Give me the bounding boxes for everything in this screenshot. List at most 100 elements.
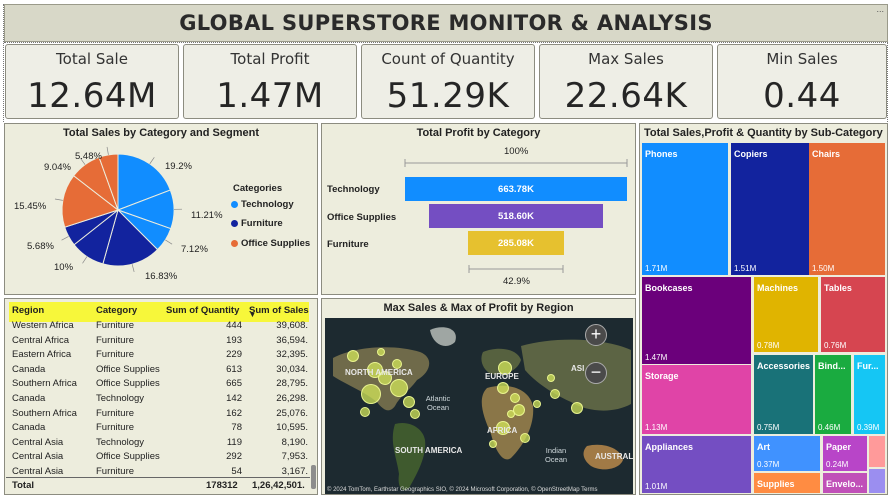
treemap-tile[interactable]: Storage 1.13M [642,365,751,434]
table-total-row: Total 178312 1,26,42,501. [6,477,310,493]
treemap-tile[interactable]: Bookcases 1.47M [642,277,751,364]
map-bubble[interactable] [547,374,555,382]
table-row[interactable]: Canada Office Supplies 613 30,034. [12,364,308,378]
treemap-tile[interactable] [869,469,885,493]
funnel-category-label: Furniture [327,239,369,250]
table-row[interactable]: Canada Furniture 78 10,595. [12,422,308,436]
map-bubble[interactable] [489,440,497,448]
kpi-card-count-of-quantity[interactable]: Count of Quantity 51.29K [361,44,535,119]
pie-leader-line [82,256,88,264]
kpi-card-total-profit[interactable]: Total Profit 1.47M [183,44,357,119]
map-bubble[interactable] [410,409,420,419]
cell-quantity: 229 [226,349,242,361]
table-row[interactable]: Central Asia Technology 119 8,190. [12,437,308,451]
map-bubble[interactable] [360,407,370,417]
map-bubble[interactable] [550,389,560,399]
map-bubble[interactable] [510,393,520,403]
pie-leader-line [149,157,155,165]
treemap-tile[interactable]: Bind... 0.46M [815,355,851,434]
pie-data-label: 5.68% [27,241,54,252]
map-bubble[interactable] [520,433,530,443]
legend-marker [231,240,238,247]
table-scrollbar[interactable] [311,465,316,489]
column-header-sum-of-sales[interactable]: Sum of Sales [249,305,309,316]
treemap-tile-value: 0.76M [824,341,847,350]
treemap-tile-value: 1.71M [645,264,668,273]
cell-quantity: 613 [226,363,242,375]
table-row[interactable]: Canada Technology 142 26,298. [12,393,308,407]
treemap-tile[interactable]: Appliances 1.01M [642,436,751,493]
more-options-icon[interactable]: ... [876,4,884,14]
kpi-value: 12.64M [27,76,157,116]
funnel-bar[interactable]: 518.60K [429,204,603,228]
cell-quantity: 119 [226,436,242,448]
treemap-tile[interactable]: Paper 0.24M [823,436,867,471]
dashboard-page: GLOBAL SUPERSTORE MONITOR & ANALYSIS ...… [0,0,892,496]
kpi-card-max-sales[interactable]: Max Sales 22.64K [539,44,713,119]
map-label-indian-ocean: Indian Ocean [544,446,568,464]
treemap-tile-value: 0.37M [757,460,780,469]
treemap-tile[interactable]: Accessories 0.75M [754,355,813,434]
column-header-sum-of-quantity[interactable]: Sum of Quantity [166,305,239,316]
treemap-tile-value: 1.51M [734,264,757,273]
treemap-tile[interactable]: Fur... 0.39M [854,355,885,434]
funnel-bar[interactable]: 663.78K [405,177,627,201]
cell-sales: 25,076. [276,407,308,419]
map-label-north-america: NORTH AMERICA [345,368,413,377]
legend-item-technology[interactable]: Technology [231,199,294,210]
cell-quantity: 444 [226,320,242,331]
map-bubble[interactable] [390,379,408,397]
treemap-tile-label: Supplies [757,479,795,489]
kpi-card-total-sale[interactable]: Total Sale 12.64M [5,44,179,119]
pie-data-label: 7.12% [181,244,208,255]
cell-sales: 7,953. [281,451,308,463]
treemap-tile[interactable]: Supplies [754,473,820,493]
cell-quantity: 193 [226,334,242,346]
map-bubble[interactable] [533,400,541,408]
treemap-tile[interactable]: Tables 0.76M [821,277,885,352]
cell-region: Canada [12,363,46,375]
treemap-tile[interactable]: Copiers 1.51M [731,143,816,275]
treemap-tile-value: 1.50M [812,264,835,273]
table-row[interactable]: Central Asia Office Supplies 292 7,953. [12,451,308,465]
legend-item-furniture[interactable]: Furniture [231,218,283,229]
table-row[interactable]: Central Africa Furniture 193 36,594. [12,335,308,349]
table-row[interactable]: Western Africa Furniture 444 39,608. [12,320,308,334]
cell-sales: 36,594. [276,334,308,346]
kpi-card-min-sales[interactable]: Min Sales 0.44 [717,44,887,119]
funnel-bar[interactable]: 285.08K [468,231,564,255]
kpi-value: 0.44 [763,76,841,116]
column-header-region[interactable]: Region [12,305,44,316]
treemap-tile-label: Phones [645,149,678,159]
treemap-tile[interactable]: Chairs 1.50M [809,143,885,275]
map-bubble[interactable] [361,384,381,404]
kpi-label: Count of Quantity [381,50,515,68]
legend-label: Technology [241,199,294,210]
map-bubble[interactable] [377,348,385,356]
legend-item-office-supplies[interactable]: Office Supplies [231,238,310,249]
treemap-tile[interactable]: Envelo... [823,473,867,493]
map-bubble[interactable] [403,396,415,408]
map-bubble[interactable] [571,402,583,414]
zoom-out-button[interactable]: − [585,362,607,384]
treemap-tile[interactable]: Machines 0.78M [754,277,818,352]
table-row[interactable]: Southern Africa Furniture 162 25,076. [12,408,308,422]
sort-descending-icon[interactable]: ▼ [249,312,256,319]
treemap-tile[interactable] [869,436,885,467]
map-bubble[interactable] [347,350,359,362]
zoom-in-button[interactable]: + [585,324,607,346]
cell-category: Office Supplies [96,363,160,375]
treemap-tile[interactable]: Art 0.37M [754,436,820,471]
map-bubble[interactable] [507,410,515,418]
map-bubble[interactable] [497,382,509,394]
column-header-category[interactable]: Category [96,305,137,316]
cell-sales: 30,034. [276,363,308,375]
table-row[interactable]: Southern Africa Office Supplies 665 28,795. [12,378,308,392]
map-attribution[interactable]: © 2024 TomTom, Earthstar Geographics SIO… [327,487,598,493]
table-row[interactable]: Eastern Africa Furniture 229 32,395. [12,349,308,363]
bubble-map[interactable]: NORTH AMERICA EUROPE ASI AFRICA SOUTH AM… [325,318,633,494]
treemap-tile[interactable]: Phones 1.71M [642,143,728,275]
pie-data-label: 5.48% [75,151,102,162]
kpi-label: Min Sales [766,50,838,68]
map-label-africa: AFRICA [487,426,518,435]
